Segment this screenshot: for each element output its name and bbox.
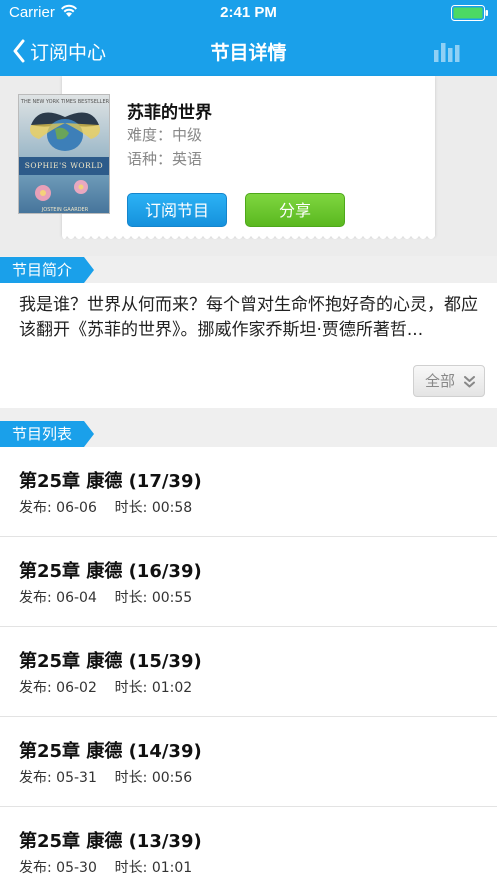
back-button[interactable]: 订阅中心: [12, 36, 106, 66]
back-chevron-icon: [13, 39, 25, 63]
episode-meta: 发布: 06-06 时长: 00:58: [19, 500, 193, 516]
chevron-double-down-icon: [464, 376, 475, 388]
ticket-edge: [62, 234, 435, 239]
episode-row[interactable]: 第25章 康德 (16/39) 发布: 06-04 时长: 00:55: [0, 537, 497, 627]
show-all-label: 全部: [425, 372, 456, 390]
program-language: 语种：英语: [127, 150, 203, 168]
episode-list: 第25章 康德 (17/39) 发布: 06-06 时长: 00:58 第25章…: [0, 447, 497, 883]
episode-title: 第25章 康德 (17/39): [19, 471, 202, 492]
episode-meta: 发布: 05-31 时长: 00:56: [19, 770, 193, 786]
battery-icon: [451, 5, 488, 21]
back-label: 订阅中心: [30, 41, 107, 64]
share-button[interactable]: 分享: [245, 193, 345, 227]
subscribe-button[interactable]: 订阅节目: [127, 193, 227, 227]
cover-art-bottom: JOSTEIN GAARDER: [19, 175, 109, 213]
episode-title: 第25章 康德 (13/39): [19, 831, 202, 852]
cover-flowers: JOSTEIN GAARDER: [35, 180, 89, 213]
svg-text:JOSTEIN GAARDER: JOSTEIN GAARDER: [41, 207, 89, 213]
episode-title: 第25章 康德 (15/39): [19, 651, 202, 672]
show-all-button[interactable]: 全部: [413, 365, 485, 397]
intro-section-title: 节目简介: [0, 257, 94, 283]
episode-meta: 发布: 06-04 时长: 00:55: [19, 590, 193, 606]
episode-row[interactable]: 第25章 康德 (13/39) 发布: 05-30 时长: 01:01: [0, 807, 497, 883]
cover-illustration: THE NEW YORK TIMES BESTSELLER: [20, 99, 110, 151]
episode-meta: 发布: 06-02 时长: 01:02: [19, 680, 193, 696]
status-bar: Carrier 2:41 PM: [0, 0, 497, 26]
nav-bar: 订阅中心 节目详情: [0, 26, 497, 76]
clock: 2:41 PM: [220, 4, 277, 21]
program-title: 苏菲的世界: [127, 103, 212, 123]
episode-title: 第25章 康德 (14/39): [19, 741, 202, 762]
list-section-title: 节目列表: [0, 421, 94, 447]
program-difficulty: 难度：中级: [127, 126, 203, 144]
intro-panel: 我是谁？世界从何而来？每个曾对生命怀抱好奇的心灵，都应该翻开《苏菲的世界》。挪威…: [0, 283, 497, 408]
cover-art-top: THE NEW YORK TIMES BESTSELLER: [19, 95, 109, 157]
episode-title: 第25章 康德 (16/39): [19, 561, 202, 582]
episode-row[interactable]: 第25章 康德 (17/39) 发布: 06-06 时长: 00:58: [0, 447, 497, 537]
episode-row[interactable]: 第25章 康德 (15/39) 发布: 06-02 时长: 01:02: [0, 627, 497, 717]
intro-text: 我是谁？世界从何而来？每个曾对生命怀抱好奇的心灵，都应该翻开《苏菲的世界》。挪威…: [19, 295, 478, 340]
book-cover: THE NEW YORK TIMES BESTSELLER SOPHIE'S W…: [18, 94, 110, 214]
stats-icon[interactable]: [433, 39, 461, 63]
svg-text:THE NEW YORK TIMES BESTSELLER: THE NEW YORK TIMES BESTSELLER: [20, 99, 110, 105]
episode-row[interactable]: 第25章 康德 (14/39) 发布: 05-31 时长: 00:56: [0, 717, 497, 807]
cover-title: SOPHIE'S WORLD: [19, 157, 109, 175]
episode-meta: 发布: 05-30 时长: 01:01: [19, 860, 193, 876]
